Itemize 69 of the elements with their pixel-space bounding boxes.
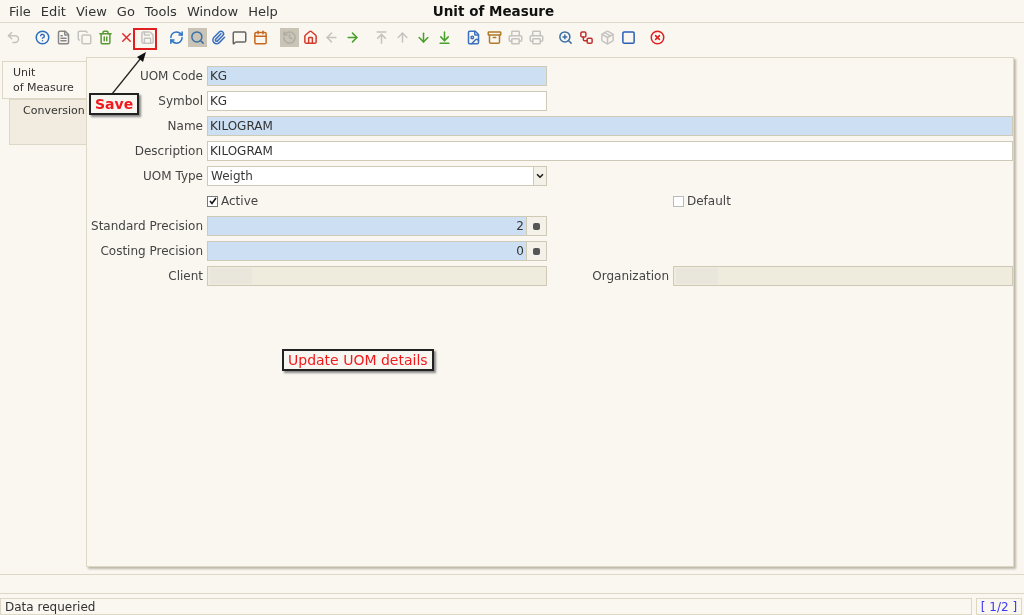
package-icon xyxy=(600,29,615,45)
caret-icon xyxy=(535,171,545,181)
save-icon xyxy=(140,29,155,45)
paperclip-icon xyxy=(211,29,226,45)
copy-icon xyxy=(77,29,92,45)
field-label: Name xyxy=(167,119,203,133)
menu-item[interactable]: View xyxy=(70,3,112,19)
field-label: Organization xyxy=(592,269,669,283)
field-label: UOM Type xyxy=(143,169,203,183)
checkbox[interactable] xyxy=(673,195,684,207)
field-label: Symbol xyxy=(158,94,203,108)
menu-item[interactable]: Help xyxy=(243,3,283,19)
tab[interactable]: Conversion xyxy=(9,99,86,145)
highlight-frame xyxy=(133,28,157,50)
input-field[interactable]: KILOGRAM xyxy=(207,116,1013,136)
field-label: Costing Precision xyxy=(100,244,203,258)
field-label: Standard Precision xyxy=(91,219,203,233)
input-field[interactable]: KG xyxy=(207,91,547,111)
input-field[interactable]: KG xyxy=(207,66,547,86)
checkbox[interactable] xyxy=(207,195,218,207)
toolbar-button[interactable] xyxy=(188,27,207,47)
calculator-button[interactable] xyxy=(527,241,547,261)
dropdown-button[interactable] xyxy=(533,167,546,185)
dropdown-field[interactable]: Weigth xyxy=(207,166,547,186)
menu-item[interactable]: File xyxy=(4,3,36,19)
callout-label: Save xyxy=(89,93,140,115)
down-arrow-icon xyxy=(416,29,431,45)
calculator-button[interactable] xyxy=(527,216,547,236)
menu-item[interactable]: Edit xyxy=(35,3,71,19)
input-field[interactable]: KILOGRAM xyxy=(207,141,1013,161)
block-icon xyxy=(621,29,636,45)
history-icon xyxy=(282,29,297,45)
home-icon xyxy=(303,29,318,45)
trash-icon xyxy=(98,29,113,45)
input-field[interactable] xyxy=(207,266,547,286)
checkbox-label: Active xyxy=(221,194,259,208)
zoom-icon xyxy=(558,29,573,45)
printer-icon xyxy=(508,29,523,45)
field-label: Description xyxy=(134,144,203,158)
printer-icon xyxy=(529,29,544,45)
number-field[interactable]: 2 xyxy=(207,216,527,236)
help-icon xyxy=(35,29,50,45)
workflow-icon xyxy=(579,29,594,45)
first-record-icon xyxy=(374,29,389,45)
menu-item[interactable]: Tools xyxy=(139,3,182,19)
checkbox-label: Default xyxy=(687,194,731,208)
archive-icon xyxy=(487,29,502,45)
number-field[interactable]: 0 xyxy=(207,241,527,261)
status-message: Data requeried xyxy=(0,598,972,615)
tab[interactable]: Unit of Measure xyxy=(2,61,86,99)
menu-item[interactable]: Go xyxy=(111,3,140,19)
close-icon xyxy=(650,29,665,45)
field-label: Client xyxy=(168,269,203,283)
calendar-icon xyxy=(253,29,268,45)
refresh-icon xyxy=(169,29,184,45)
search-icon xyxy=(190,29,205,45)
undo-icon xyxy=(6,29,21,45)
last-record-icon xyxy=(437,29,452,45)
menu-item[interactable]: Window xyxy=(181,3,244,19)
record-counter: [ 1/2 ] xyxy=(976,598,1022,615)
input-field[interactable] xyxy=(673,266,1013,286)
callout-label: Update UOM details xyxy=(282,349,434,371)
right-arrow-icon xyxy=(345,29,360,45)
window-title: Unit of Measure xyxy=(432,3,555,19)
report-icon xyxy=(466,29,481,45)
toolbar-button[interactable] xyxy=(301,27,320,47)
new-document-icon xyxy=(56,29,71,45)
chat-icon xyxy=(232,29,247,45)
field-label: UOM Code xyxy=(139,69,203,83)
